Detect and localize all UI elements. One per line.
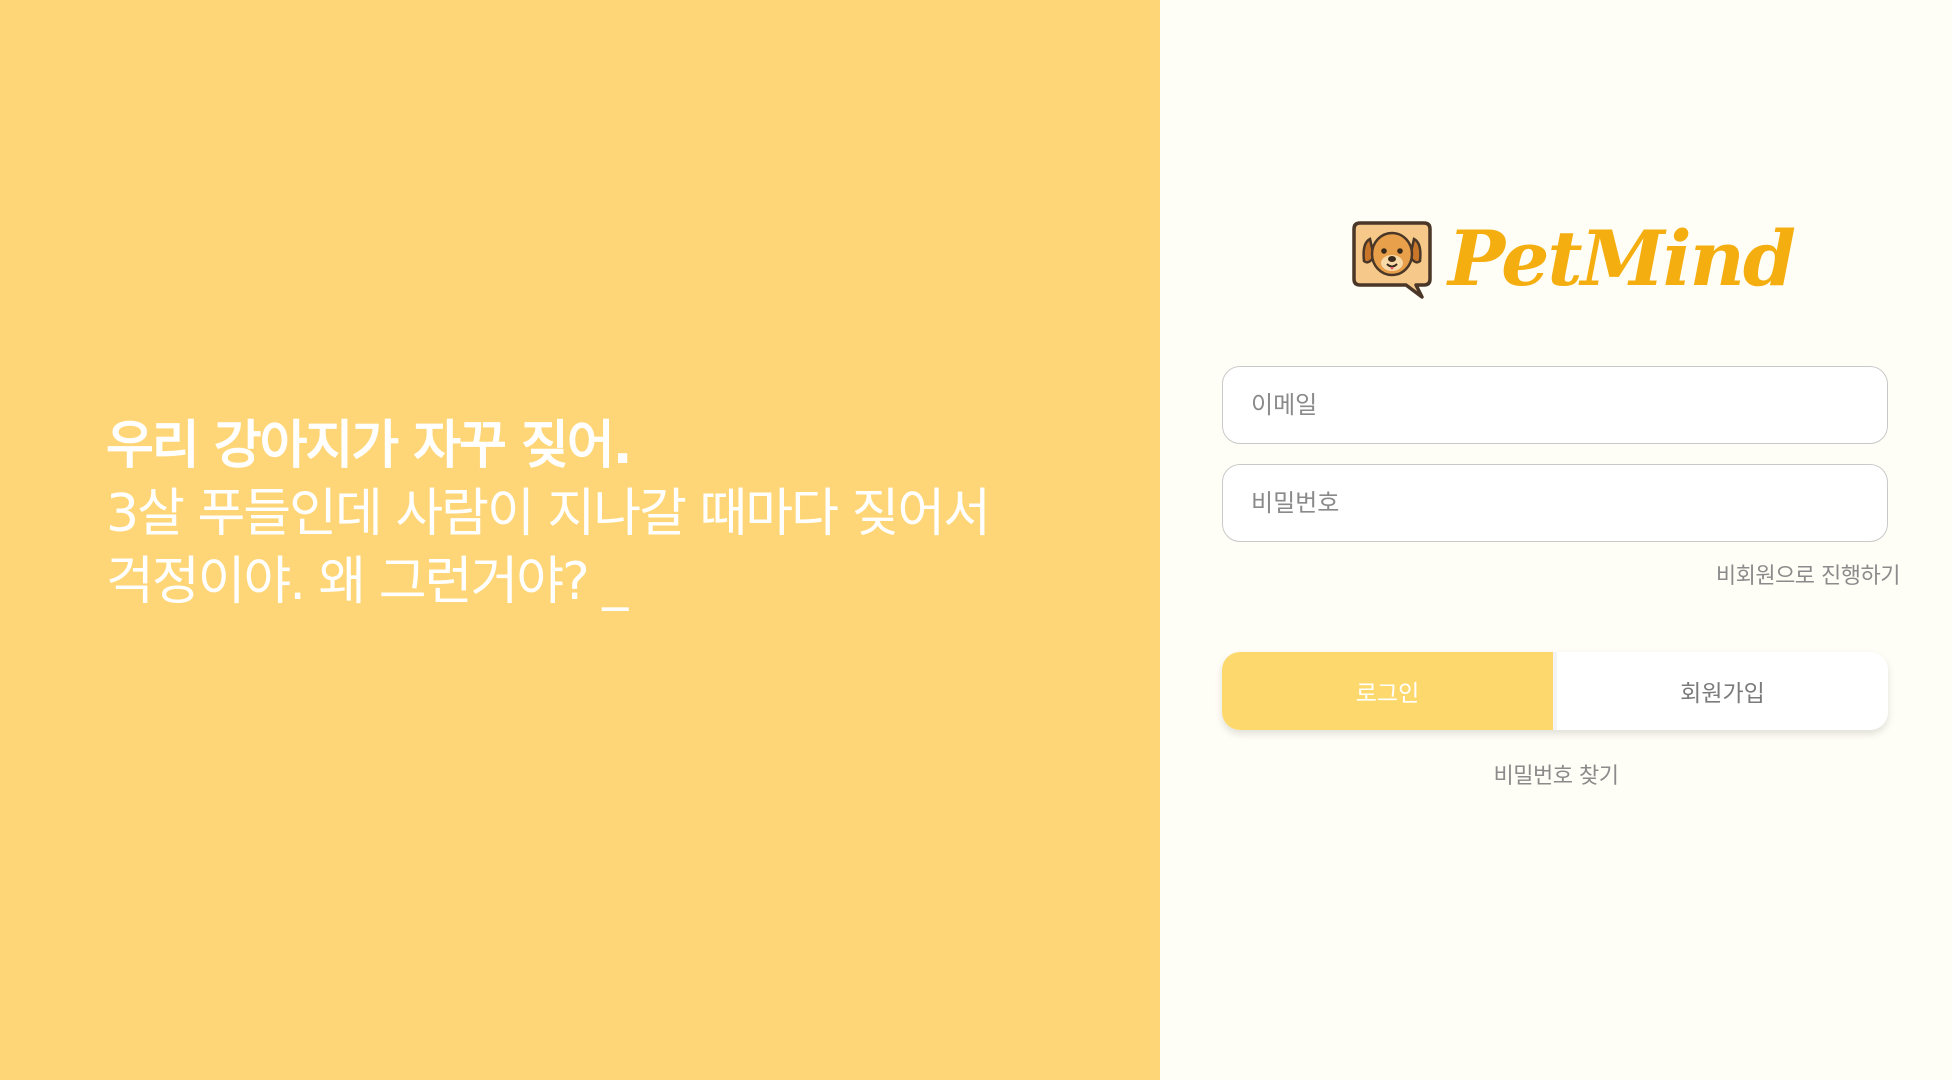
dog-speech-bubble-icon (1352, 220, 1432, 299)
email-input[interactable] (1251, 391, 1887, 419)
email-field[interactable] (1222, 366, 1888, 444)
hero-headline: 우리 강아지가 자꾸 짖어. (106, 416, 632, 476)
password-field[interactable] (1222, 464, 1888, 542)
hero-message: 우리 강아지가 자꾸 짖어. 3살 푸들인데 사람이 지나갈 때마다 짖어서 걱… (106, 412, 991, 616)
hero-panel: 우리 강아지가 자꾸 짖어. 3살 푸들인데 사람이 지나갈 때마다 짖어서 걱… (0, 0, 1160, 1080)
password-input[interactable] (1251, 489, 1887, 517)
guest-continue-link[interactable]: 비회원으로 진행하기 (1716, 558, 1901, 590)
brand-name: PetMind (1448, 214, 1796, 303)
login-button[interactable]: 로그인 (1222, 652, 1553, 730)
auth-button-group: 로그인 회원가입 (1222, 652, 1888, 730)
login-page: 우리 강아지가 자꾸 짖어. 3살 푸들인데 사람이 지나갈 때마다 짖어서 걱… (0, 0, 1952, 1080)
find-password-link[interactable]: 비밀번호 찾기 (1160, 758, 1952, 790)
signup-button[interactable]: 회원가입 (1553, 652, 1888, 730)
login-panel: PetMind 비회원으로 진행하기 로그인 회원가입 비밀번호 찾기 (1160, 0, 1952, 1080)
petmind-logo: PetMind (1350, 214, 1796, 303)
hero-body-line: 3살 푸들인데 사람이 지나갈 때마다 짖어서 (106, 484, 991, 544)
hero-body-line: 걱정이야. 왜 그런거야? _ (106, 552, 628, 612)
